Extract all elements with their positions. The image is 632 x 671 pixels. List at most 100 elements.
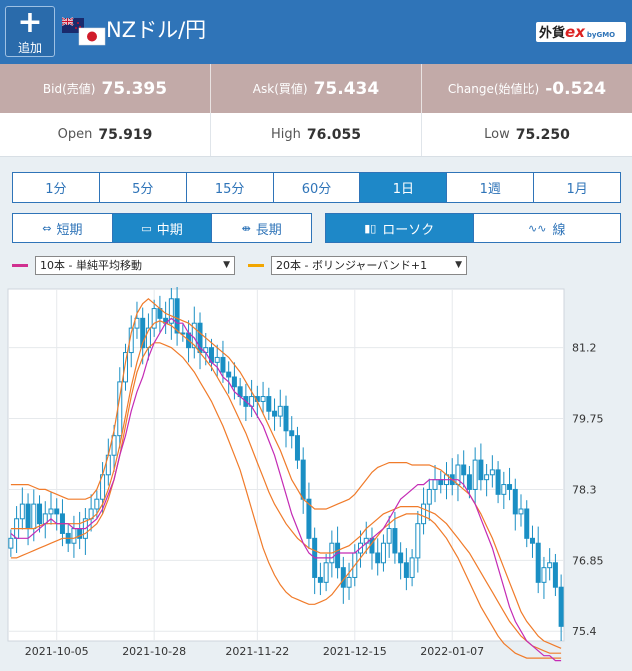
bb-indicator-row: 20本 - ボリンジャーバンド+1 ▼ [248,255,470,275]
candle-body [335,542,341,569]
tab-1day[interactable]: 1日 [360,173,448,202]
y-tick-label: 78.3 [572,483,597,496]
tab-mid-term[interactable]: ▭ 中期 [112,214,213,242]
candle-body [392,528,398,554]
low-value: 75.250 [515,126,570,143]
y-tick-label: 81.2 [572,342,597,355]
change-cell: Change(始値比) -0.524 [422,64,632,113]
candle-body [466,474,472,490]
timeframe-tabs: 1分 5分 15分 60分 1日 1週 1月 [12,172,621,203]
x-tick-label: 2021-11-22 [225,645,289,658]
tab-1month[interactable]: 1月 [534,173,620,202]
tab-line[interactable]: ∿∿ 線 [474,214,621,242]
candle-body [524,508,530,539]
candle-body [375,552,381,564]
high-cell: High 76.055 [211,113,422,156]
app-header: + 追加 NZドル/円 外貨ex byGMO [0,0,632,64]
zoom-in-arrows-icon: ⇼ [241,221,251,235]
candle-body [231,376,237,388]
x-tick-label: 2021-12-15 [323,645,387,658]
candle-body [421,503,427,525]
nz-jp-flags-icon [62,17,106,46]
candle-body [501,484,507,495]
frame-icon: ▭ [141,221,152,235]
candle-body [489,469,495,476]
candle-body [403,562,409,578]
candlestick-icon: ▮▯ [364,221,377,235]
candle-body [289,430,295,437]
add-button[interactable]: + 追加 [5,6,55,57]
candle-body [226,371,232,378]
candle-body [409,557,415,578]
candle-body [518,508,524,515]
candle-body [380,542,386,564]
candle-body [300,459,306,500]
gaika-ex-logo: 外貨ex byGMO [536,22,626,42]
candle-body [426,488,432,505]
bb-select-value: 20本 - ボリンジャーバンド+1 [276,259,428,272]
logo-main-text: 外貨 [539,26,566,41]
tab-5min[interactable]: 5分 [100,173,187,202]
tab-1min[interactable]: 1分 [13,173,100,202]
tab-candlestick[interactable]: ▮▯ ローソク [326,214,474,242]
mid-term-label: 中期 [156,222,183,238]
candle-body [507,484,513,490]
candle-body [272,410,278,417]
candle-body [415,523,421,559]
logo-sub-text: byGMO [586,31,616,39]
candle-body [484,474,490,481]
candle-body [48,508,54,515]
bb-color-swatch [248,263,264,267]
ma-select[interactable]: 10本 - 単純平均移動 ▼ [35,255,235,275]
y-tick-label: 76.85 [572,554,604,567]
candle-body [386,528,392,544]
ma-indicator-row: 10本 - 単純平均移動 ▼ [12,255,238,275]
ask-label: Ask(買値) [252,82,308,96]
tab-long-term[interactable]: ⇼ 長期 [212,214,311,242]
candle-body [174,298,180,334]
candle-body [461,464,467,476]
candle-body [432,479,438,490]
plus-icon: + [17,5,43,40]
candle-body [283,405,289,432]
y-tick-label: 75.4 [572,625,597,638]
candle-body [220,356,226,373]
candle-body [495,469,501,495]
line-chart-icon: ∿∿ [528,221,547,235]
candle-body [277,405,283,417]
short-term-label: 短期 [56,222,83,238]
candle-body [438,479,444,486]
candle-body [512,488,518,515]
candle-body [214,356,220,363]
long-term-label: 長期 [255,222,282,238]
candle-body [472,459,478,490]
add-button-label: 追加 [17,41,42,55]
tab-15min[interactable]: 15分 [187,173,274,202]
ma-color-swatch [12,263,28,267]
bid-cell: Bid(売値) 75.395 [0,64,211,113]
tab-short-term[interactable]: ⇔ 短期 [13,214,113,242]
candle-body [294,435,300,461]
ohl-row: Open 75.919 High 76.055 Low 75.250 [0,113,632,157]
candle-body [8,537,14,549]
x-tick-label: 2021-10-28 [122,645,186,658]
candle-body [346,576,352,588]
change-value: -0.524 [545,78,607,99]
tab-60min[interactable]: 60分 [274,173,361,202]
candle-body [260,396,266,402]
bb-select[interactable]: 20本 - ボリンジャーバンド+1 ▼ [271,255,467,275]
tab-1week[interactable]: 1週 [447,173,535,202]
high-label: High [271,127,301,142]
candle-body [558,586,564,627]
currency-pair-title: NZドル/円 [106,18,207,42]
quote-row: Bid(売値) 75.395 Ask(買値) 75.434 Change(始値比… [0,64,632,113]
candlestick-chart-svg: 81.2 79.75 78.3 76.85 75.4 2021-10-05 2021-10-… [7,287,604,662]
price-chart: 81.2 79.75 78.3 76.85 75.4 2021-10-05 2021-10-… [6,287,604,662]
candle-body [398,552,404,564]
term-tabs: ⇔ 短期 ▭ 中期 ⇼ 長期 [12,213,312,243]
candle-body [266,396,272,412]
logo-ex-text: ex [565,23,585,41]
candle-body [19,503,25,520]
candle-body [547,562,553,569]
bid-label: Bid(売値) [42,82,96,96]
